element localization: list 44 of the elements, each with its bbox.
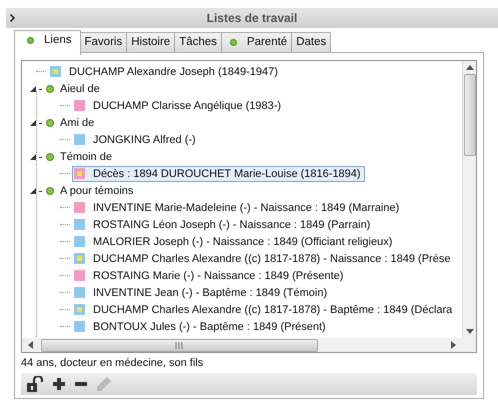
- expander-icon[interactable]: [30, 86, 43, 92]
- tree-item[interactable]: Décès : 1894 DUROUCHET Marie-Louise (1816-1894): [72, 166, 365, 182]
- tree-item[interactable]: BONTOUX Jules (-) - Baptême : 1849 (Présent): [72, 318, 330, 334]
- tree-group-label[interactable]: Témoin de: [60, 150, 112, 162]
- tree-item[interactable]: DUCHAMP Clarisse Angélique (1983-): [72, 98, 286, 114]
- tree-item[interactable]: INVENTINE Jean (-) - Baptême : 1849 (Témoin): [72, 284, 332, 300]
- expander-icon[interactable]: [30, 188, 43, 194]
- group-dot-icon: [46, 152, 54, 160]
- tree-item[interactable]: DUCHAMP Charles Alexandre ((c) 1817-1878) - Naissance : 1849 (Prése: [72, 250, 454, 266]
- tree-item[interactable]: JONGKING Alfred (-): [72, 132, 200, 148]
- tab[interactable]: Tâches: [174, 32, 222, 52]
- scrollbar-thumb[interactable]: [41, 338, 318, 352]
- tree-group-label[interactable]: A pour témoins: [60, 184, 134, 196]
- tree-item[interactable]: ROSTAING Léon Joseph (-) - Naissance : 1849 (Parrain): [72, 216, 374, 232]
- tab[interactable]: Dates: [291, 32, 332, 52]
- status-text: 44 ans, docteur en médecine, son fils: [21, 356, 204, 371]
- plus-icon[interactable]: [53, 378, 65, 390]
- tree-item[interactable]: MALORIER Joseph (-) - Naissance : 1849 (Officiant religieux): [72, 234, 396, 250]
- group-dot-icon: [46, 186, 54, 194]
- tab[interactable]: Favoris: [80, 32, 128, 52]
- tree-item[interactable]: DUCHAMP Charles Alexandre ((c) 1817-1878) - Baptême : 1849 (Déclara: [72, 302, 456, 318]
- open-padlock-icon[interactable]: [27, 376, 43, 392]
- vertical-scrollbar[interactable]: [462, 61, 476, 338]
- group-dot-icon: [46, 84, 54, 92]
- tab[interactable]: Liens: [14, 30, 80, 55]
- horizontal-scrollbar[interactable]: [22, 338, 462, 352]
- chevron-icon[interactable]: [10, 14, 16, 22]
- grip-icon: [175, 342, 184, 348]
- panel-title: Listes de travail: [206, 11, 298, 25]
- tree-group-label[interactable]: Ami de: [60, 116, 94, 128]
- tree-item[interactable]: DUCHAMP Alexandre Joseph (1849-1947): [48, 64, 282, 80]
- scroll-left-arrow-icon[interactable]: [28, 341, 33, 349]
- expander-icon[interactable]: [30, 154, 43, 160]
- tree-group-label[interactable]: Aieul de: [60, 82, 100, 94]
- scrollbar-thumb[interactable]: [464, 74, 476, 156]
- tab[interactable]: Histoire: [126, 32, 176, 52]
- expander-icon[interactable]: [30, 120, 43, 126]
- group-dot-icon: [46, 118, 54, 126]
- scroll-right-arrow-icon[interactable]: [451, 341, 456, 349]
- tree-item[interactable]: INVENTINE Marie-Madeleine (-) - Naissance : 1849 (Marraine): [72, 200, 404, 216]
- scroll-down-arrow-icon[interactable]: [466, 329, 474, 334]
- scroll-up-arrow-icon[interactable]: [466, 65, 474, 70]
- tab[interactable]: Parenté: [220, 32, 292, 52]
- tree-item[interactable]: ROSTAING Marie (-) - Naissance : 1849 (Présente): [72, 268, 348, 284]
